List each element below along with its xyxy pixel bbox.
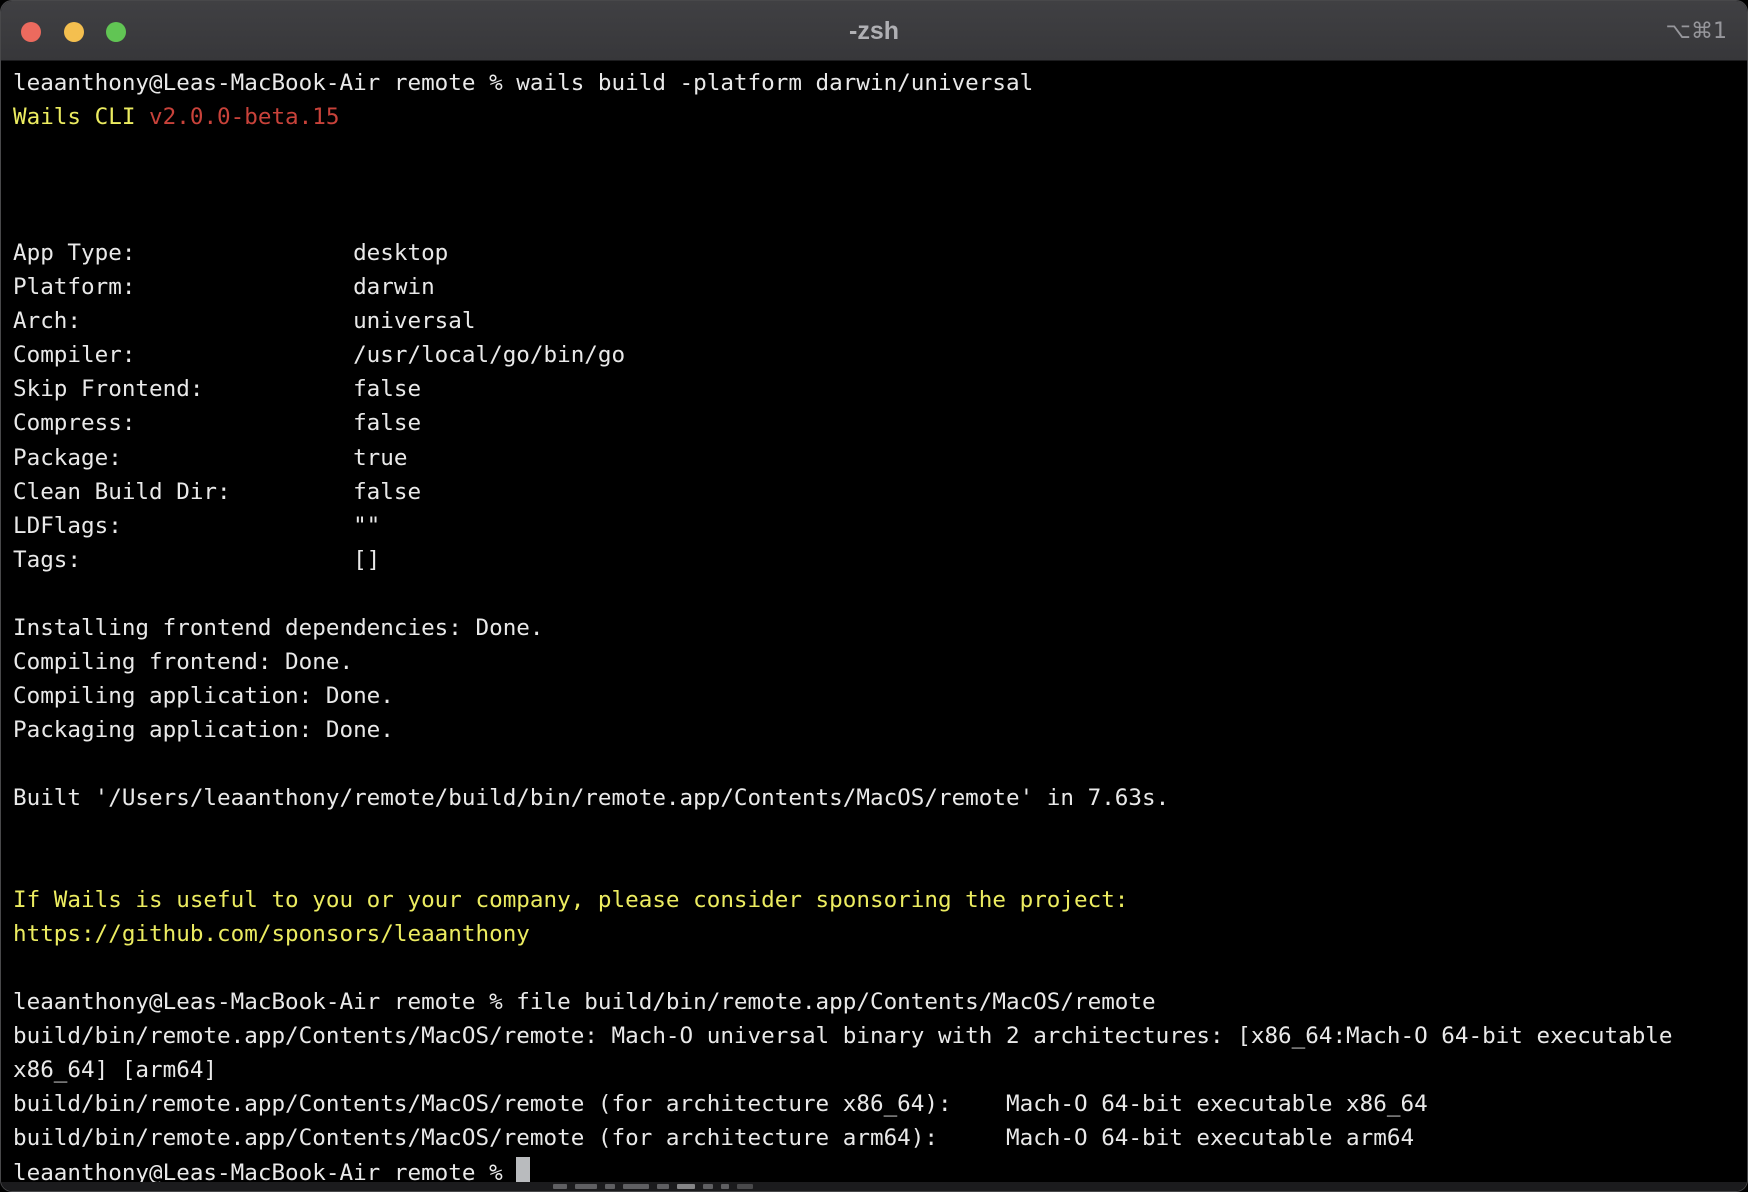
terminal-line (13, 849, 1747, 883)
terminal-line: Compress: false (13, 406, 1747, 440)
terminal-text-segment: LDFlags: "" (13, 513, 380, 539)
terminal-text-segment: Installing frontend dependencies: Done. (13, 615, 544, 641)
terminal-text-segment: Package: true (13, 445, 407, 471)
terminal-line (13, 202, 1747, 236)
terminal-text-segment: Skip Frontend: false (13, 376, 421, 402)
terminal-text-segment: https://github.com/sponsors/leaanthony (13, 921, 530, 947)
tab-shortcut-label: ⌥⌘1 (1666, 1, 1727, 61)
terminal-text-segment: Platform: darwin (13, 274, 435, 300)
terminal-content[interactable]: leaanthony@Leas-MacBook-Air remote % wai… (1, 62, 1747, 1191)
terminal-line (13, 168, 1747, 202)
terminal-window: -zsh ⌥⌘1 leaanthony@Leas-MacBook-Air rem… (0, 0, 1748, 1192)
minimize-button[interactable] (64, 22, 84, 42)
terminal-line: Arch: universal (13, 304, 1747, 338)
terminal-text-segment: Clean Build Dir: false (13, 479, 421, 505)
terminal-line: Wails CLI v2.0.0-beta.15 (13, 100, 1747, 134)
terminal-line: leaanthony@Leas-MacBook-Air remote % wai… (13, 66, 1747, 100)
terminal-line: Skip Frontend: false (13, 372, 1747, 406)
fullscreen-button[interactable] (106, 22, 126, 42)
terminal-line: If Wails is useful to you or your compan… (13, 883, 1747, 917)
terminal-line (13, 577, 1747, 611)
terminal-line: Package: true (13, 441, 1747, 475)
terminal-line: https://github.com/sponsors/leaanthony (13, 917, 1747, 951)
terminal-line: App Type: desktop (13, 236, 1747, 270)
terminal-line: Compiling application: Done. (13, 679, 1747, 713)
terminal-line: Packaging application: Done. (13, 713, 1747, 747)
terminal-line: Built '/Users/leaanthony/remote/build/bi… (13, 781, 1747, 815)
window-title: -zsh (1, 1, 1747, 61)
window-titlebar[interactable]: -zsh ⌥⌘1 (1, 1, 1747, 61)
terminal-text-segment: Arch: universal (13, 308, 476, 334)
terminal-line: Installing frontend dependencies: Done. (13, 611, 1747, 645)
terminal-line: build/bin/remote.app/Contents/MacOS/remo… (13, 1019, 1747, 1053)
terminal-line: Clean Build Dir: false (13, 475, 1747, 509)
close-button[interactable] (21, 22, 41, 42)
terminal-text-segment: Wails CLI (13, 104, 149, 130)
terminal-text-segment: v2.0.0-beta.15 (149, 104, 339, 130)
terminal-line (13, 951, 1747, 985)
terminal-text-segment: Compiling application: Done. (13, 683, 394, 709)
terminal-text-segment: Packaging application: Done. (13, 717, 394, 743)
terminal-text-segment: leaanthony@Leas-MacBook-Air remote % wai… (13, 70, 1033, 96)
terminal-line: Compiler: /usr/local/go/bin/go (13, 338, 1747, 372)
terminal-line: Compiling frontend: Done. (13, 645, 1747, 679)
terminal-text-segment: App Type: desktop (13, 240, 448, 266)
terminal-line: Platform: darwin (13, 270, 1747, 304)
terminal-line: build/bin/remote.app/Contents/MacOS/remo… (13, 1087, 1747, 1121)
terminal-line: x86_64] [arm64] (13, 1053, 1747, 1087)
terminal-line (13, 815, 1747, 849)
terminal-text-segment: Compiler: /usr/local/go/bin/go (13, 342, 625, 368)
terminal-text-segment: Tags: [] (13, 547, 380, 573)
terminal-text-segment: Built '/Users/leaanthony/remote/build/bi… (13, 785, 1169, 811)
terminal-line: Tags: [] (13, 543, 1747, 577)
terminal-text-segment: If Wails is useful to you or your compan… (13, 887, 1128, 913)
terminal-line: leaanthony@Leas-MacBook-Air remote % fil… (13, 985, 1747, 1019)
terminal-line: LDFlags: "" (13, 509, 1747, 543)
terminal-text-segment: x86_64] [arm64] (13, 1057, 217, 1083)
terminal-text-segment: Compiling frontend: Done. (13, 649, 353, 675)
terminal-text-segment: build/bin/remote.app/Contents/MacOS/remo… (13, 1091, 1428, 1117)
terminal-text-segment: Compress: false (13, 410, 421, 436)
terminal-line (13, 134, 1747, 168)
terminal-line (13, 747, 1747, 781)
terminal-text-segment: build/bin/remote.app/Contents/MacOS/remo… (13, 1125, 1414, 1151)
terminal-text-segment: build/bin/remote.app/Contents/MacOS/remo… (13, 1023, 1673, 1049)
bottom-clipped-artifact (1, 1182, 1747, 1191)
terminal-text-segment: leaanthony@Leas-MacBook-Air remote % fil… (13, 989, 1156, 1015)
terminal-line: build/bin/remote.app/Contents/MacOS/remo… (13, 1121, 1747, 1155)
